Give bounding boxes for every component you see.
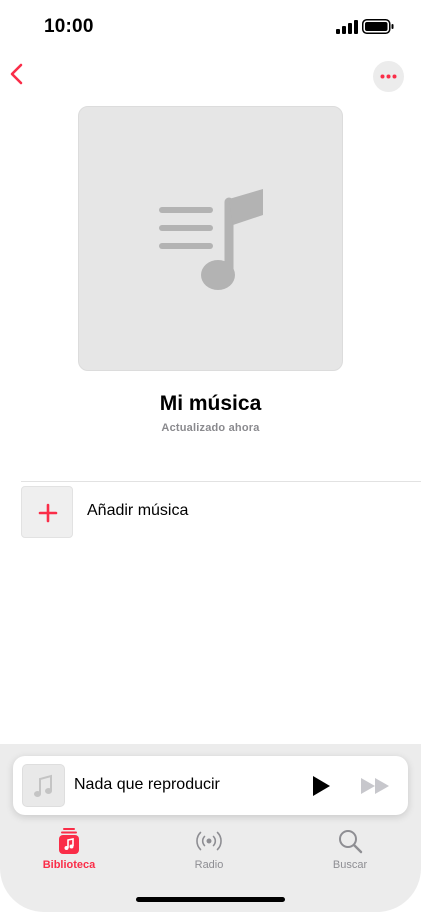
library-icon — [59, 828, 79, 854]
mini-player-title: Nada que reproducir — [74, 776, 220, 793]
play-icon — [313, 776, 330, 796]
fast-forward-icon — [361, 778, 389, 794]
back-button[interactable] — [6, 60, 30, 88]
chevron-left-icon — [10, 63, 23, 85]
ellipsis-icon — [380, 74, 397, 79]
home-indicator — [136, 897, 285, 902]
playlist-artwork — [78, 106, 343, 371]
playlist-title: Mi música — [159, 392, 262, 415]
radio-icon — [196, 831, 222, 851]
add-music-label: Añadir música — [87, 502, 189, 519]
tab-buscar[interactable]: Buscar — [300, 826, 400, 878]
mini-player[interactable]: Nada que reproducir — [13, 756, 408, 815]
tab-radio-label: Radio — [194, 859, 224, 871]
plus-icon — [38, 503, 58, 523]
divider — [21, 481, 421, 482]
status-bar: 10:00 — [0, 0, 421, 56]
search-icon — [339, 830, 363, 854]
add-music-tile — [21, 486, 73, 538]
more-options-button[interactable] — [373, 61, 404, 92]
status-time: 10:00 — [44, 16, 94, 37]
tab-biblioteca[interactable]: Biblioteca — [19, 826, 119, 878]
tab-buscar-label: Buscar — [332, 859, 368, 871]
music-note-list-icon — [159, 189, 263, 290]
playlist-subtitle: Actualizado ahora — [161, 422, 260, 434]
add-music-button[interactable]: Añadir música — [21, 486, 421, 538]
mini-player-artwork — [22, 764, 65, 807]
tab-biblioteca-label: Biblioteca — [42, 859, 96, 871]
battery-icon — [362, 19, 394, 34]
tab-radio[interactable]: Radio — [159, 826, 259, 878]
fast-forward-button[interactable] — [359, 775, 393, 797]
play-button[interactable] — [309, 774, 333, 798]
music-note-icon — [34, 774, 52, 797]
signal-icon — [336, 20, 358, 34]
